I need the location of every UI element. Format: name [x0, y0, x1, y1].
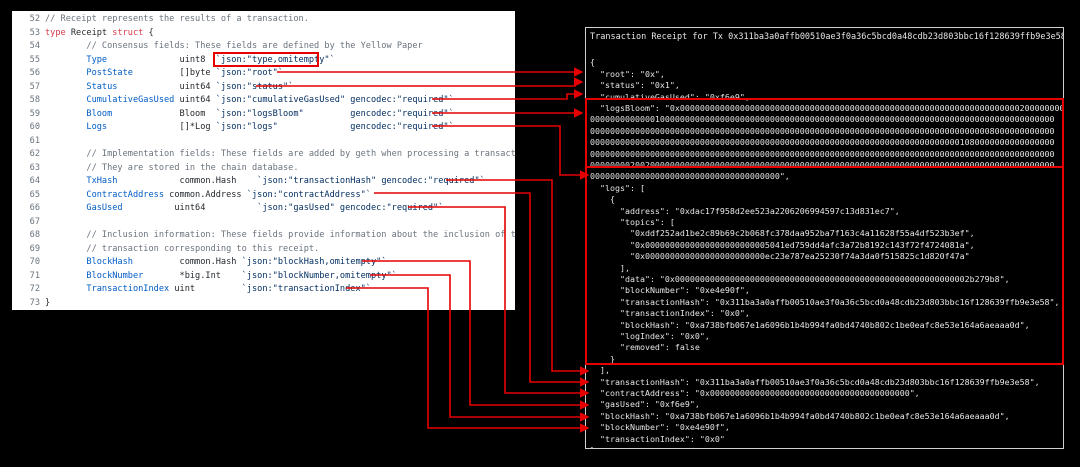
arrow-logs [432, 125, 590, 180]
arrow-transaction-hash [446, 179, 590, 376]
arrow-cumulative-gas-used [432, 89, 584, 100]
arrow-block-hash [362, 260, 590, 410]
arrow-block-number [370, 274, 590, 422]
arrow-gas-used [408, 206, 590, 398]
mapping-arrows [256, 67, 590, 433]
arrow-status [256, 77, 584, 87]
